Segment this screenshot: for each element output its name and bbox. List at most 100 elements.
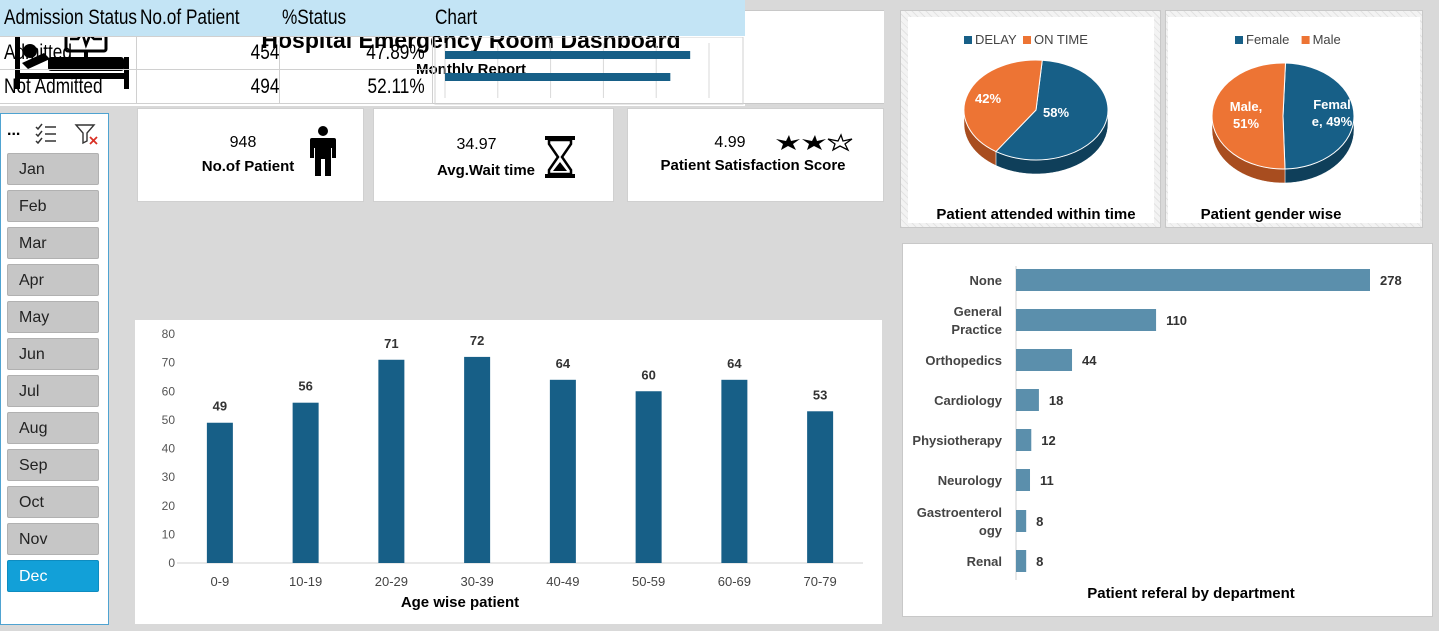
gender-pie-panel: Female Male Femal e, 49% Male, 51% Patient gen…: [1165, 10, 1423, 228]
table-divider: [0, 36, 433, 37]
more-options-button[interactable]: ...: [7, 122, 20, 140]
x-axis-title: Age wise patient: [401, 594, 519, 611]
data-label: 53: [813, 387, 827, 402]
admission-row-pct: 52.11%: [367, 75, 425, 98]
admission-row-pct: 47.89%: [366, 41, 425, 64]
gender-pie-inner: Female Male Femal e, 49% Male, 51% Patient gen…: [1168, 17, 1420, 223]
kpi-satisfaction-value: 4.99: [714, 134, 746, 151]
month-button-sep[interactable]: Sep: [7, 449, 99, 481]
month-button-nov[interactable]: Nov: [7, 523, 99, 555]
kpi-satisfaction-card: 4.99 Patient Satisfaction Score: [627, 108, 884, 202]
admission-header-count: No.of Patient: [140, 6, 240, 29]
chart-title: Patient gender wise: [1201, 206, 1342, 223]
chart-frame: [434, 37, 744, 105]
referral-bar-neurology: [1016, 469, 1031, 491]
age-bar-20-29: [378, 359, 405, 563]
month-button-apr[interactable]: Apr: [7, 264, 99, 296]
y-tick-label: 20: [162, 499, 176, 513]
admission-header-pct: %Status: [282, 6, 347, 29]
y-tick-label: 40: [162, 442, 176, 456]
category-label: General: [954, 304, 1002, 319]
legend-swatch: [1235, 36, 1243, 44]
referral-bar-chart: 278 None 110 General Practice 44 Orthopedics 18…: [912, 266, 1402, 602]
clear-filter-icon[interactable]: [74, 122, 100, 146]
month-button-oct[interactable]: Oct: [7, 486, 99, 518]
category-label: Gastroenterol: [917, 505, 1002, 520]
x-tick-label: 60-69: [718, 574, 751, 589]
stars-rating-icon: [776, 133, 853, 152]
data-label: 278: [1380, 273, 1402, 288]
month-button-dec[interactable]: Dec: [7, 560, 99, 592]
multi-select-icon[interactable]: [34, 122, 58, 144]
referral-bar-none: [1016, 269, 1370, 291]
admission-header-chart: Chart: [435, 6, 478, 29]
month-button-mar[interactable]: Mar: [7, 227, 99, 259]
month-slicer: ... Jan Feb Mar Apr May Jun Jul Aug Sep Oct Nov Dec: [0, 113, 109, 625]
month-button-feb[interactable]: Feb: [7, 190, 99, 222]
pie-data-label: Male,: [1230, 99, 1263, 114]
category-label: None: [970, 273, 1003, 288]
x-tick-label: 50-59: [632, 574, 665, 589]
person-icon: [310, 126, 336, 176]
admission-row-count: 454: [250, 41, 280, 64]
referral-chart-panel: 278 None 110 General Practice 44 Orthopedics 18…: [902, 243, 1433, 617]
category-label: Cardiology: [934, 393, 1003, 408]
data-label: 56: [298, 379, 312, 394]
month-button-aug[interactable]: Aug: [7, 412, 99, 444]
age-bar-40-49: [549, 379, 576, 563]
referral-bar-orthopedics: [1016, 349, 1073, 371]
kpi-wait-card: 34.97 Avg.Wait time: [373, 108, 614, 202]
age-bar-0-9: [206, 422, 233, 563]
y-tick-label: 0: [168, 556, 175, 570]
data-label: 49: [213, 399, 227, 414]
hourglass-icon: [545, 136, 575, 178]
chart-title: Patient referal by department: [1087, 585, 1295, 602]
pie-data-label: 58%: [1043, 105, 1069, 120]
kpi-wait-value: 34.97: [456, 136, 497, 153]
data-label: 18: [1049, 393, 1063, 408]
data-label: 64: [556, 356, 571, 371]
x-tick-label: 70-79: [804, 574, 837, 589]
table-divider: [0, 103, 433, 104]
referral-bar-cardiology: [1016, 389, 1039, 411]
chart-title: Patient attended within time: [936, 206, 1135, 223]
month-button-jul[interactable]: Jul: [7, 375, 99, 407]
pie-data-label: 42%: [975, 91, 1001, 106]
x-tick-label: 0-9: [210, 574, 229, 589]
legend-entry-delay: DELAY: [975, 32, 1017, 47]
age-chart-panel: 0 10 20 30 40 50 60 70 80 49 0-9 56 10-19 71 20-29 72 30…: [135, 320, 882, 624]
legend-swatch: [1301, 36, 1310, 44]
age-bar-50-59: [635, 391, 662, 563]
legend-entry-on-time: ON TIME: [1034, 32, 1088, 47]
pie-data-label: 51%: [1233, 116, 1259, 131]
admission-bar-admitted: [445, 73, 671, 81]
data-label: 8: [1036, 554, 1043, 569]
y-tick-label: 30: [162, 470, 176, 484]
gender-pie-chart: Female Male Femal e, 49% Male, 51% Patient gen…: [1201, 32, 1355, 223]
month-button-may[interactable]: May: [7, 301, 99, 333]
data-label: 64: [727, 356, 742, 371]
data-label: 72: [470, 333, 484, 348]
data-label: 44: [1082, 353, 1097, 368]
x-tick-label: 40-49: [546, 574, 579, 589]
data-label: 12: [1041, 433, 1055, 448]
month-button-jan[interactable]: Jan: [7, 153, 99, 185]
category-label: Physiotherapy: [912, 433, 1002, 448]
referral-bar-generalpractice: [1016, 309, 1157, 331]
category-label: ogy: [979, 523, 1003, 538]
category-label: Neurology: [938, 473, 1003, 488]
x-tick-label: 30-39: [461, 574, 494, 589]
category-label: Orthopedics: [925, 353, 1002, 368]
x-tick-label: 10-19: [289, 574, 322, 589]
admission-header-status: Admission Status: [4, 6, 138, 29]
age-bar-chart: 0 10 20 30 40 50 60 70 80 49 0-9 56 10-19 71 20-29 72 30…: [162, 327, 863, 611]
y-tick-label: 10: [162, 527, 176, 541]
category-label: Practice: [951, 322, 1002, 337]
legend-swatch: [1023, 36, 1031, 44]
kpi-patients-label: No.of Patient: [201, 158, 295, 175]
slicer-header: ...: [7, 120, 103, 148]
month-button-jun[interactable]: Jun: [7, 338, 99, 370]
data-label: 71: [384, 336, 398, 351]
kpi-wait-label: Avg.Wait time: [436, 162, 536, 179]
admission-bar-not-admitted: [445, 51, 691, 59]
